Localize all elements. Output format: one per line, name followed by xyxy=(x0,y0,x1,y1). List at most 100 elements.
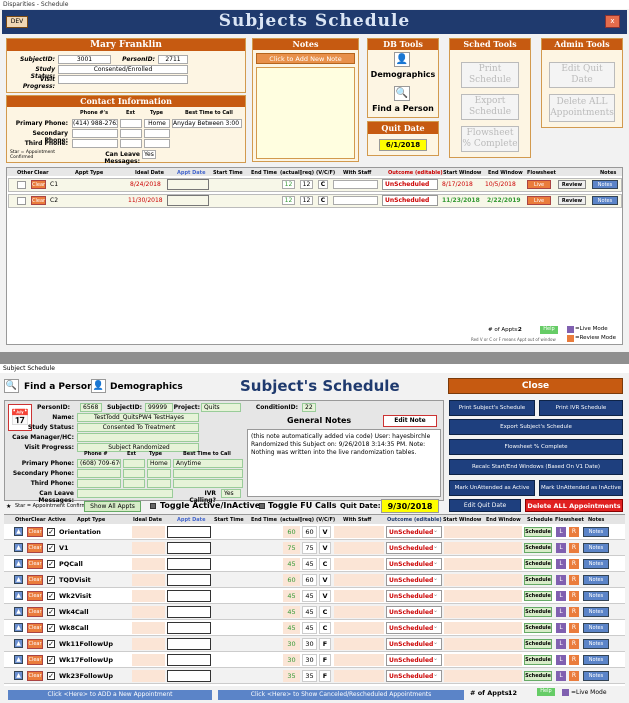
chevron-down-icon[interactable]: ⌄ xyxy=(433,591,438,598)
active-checkbox[interactable]: ✓ xyxy=(47,560,55,568)
live-mode-button[interactable]: L xyxy=(556,543,566,553)
chevron-down-icon[interactable]: ⌄ xyxy=(433,655,438,662)
export-schedule-button[interactable]: Export Schedule xyxy=(461,94,519,120)
notes-button[interactable]: Notes xyxy=(592,196,618,205)
show-cancelled-button[interactable]: Click <Here> to Show Canceled/Reschedule… xyxy=(218,690,464,700)
live-mode-button[interactable]: L xyxy=(556,623,566,633)
clear-button[interactable]: Clear xyxy=(31,180,46,189)
edit-quit-date-button[interactable]: Edit Quit Date xyxy=(449,499,521,512)
close-button[interactable]: Close xyxy=(448,378,623,394)
schedule-button[interactable]: Schedule xyxy=(524,607,552,617)
other-icon[interactable]: ▲ xyxy=(14,543,23,552)
delete-all-button[interactable]: Delete ALL Appointments xyxy=(525,499,623,512)
chevron-down-icon[interactable]: ⌄ xyxy=(433,559,438,566)
review-button[interactable]: Review xyxy=(558,196,586,205)
add-appointment-button[interactable]: Click <Here> to ADD a New Appointment xyxy=(8,690,212,700)
chevron-down-icon[interactable]: ⌄ xyxy=(433,639,438,646)
outcome-select[interactable]: UnScheduled xyxy=(382,195,438,206)
schedule-button[interactable]: Schedule xyxy=(524,655,552,665)
print-subject-schedule-button[interactable]: Print Subject's Schedule xyxy=(449,400,535,416)
review-mode-button[interactable]: R xyxy=(569,639,579,649)
demographics-button[interactable]: Demographics xyxy=(367,70,439,79)
schedule-button[interactable]: Schedule xyxy=(524,543,552,553)
clear-button[interactable]: Clear xyxy=(31,196,46,205)
other-icon[interactable]: ▲ xyxy=(14,559,23,568)
schedule-button[interactable]: Schedule xyxy=(524,639,552,649)
clear-button[interactable]: Clear xyxy=(27,527,43,537)
live-mode-button[interactable]: L xyxy=(556,607,566,617)
review-mode-button[interactable]: R xyxy=(569,607,579,617)
other-checkbox[interactable] xyxy=(17,197,26,205)
notes-button[interactable]: Notes xyxy=(592,180,618,189)
chevron-down-icon[interactable]: ⌄ xyxy=(433,527,438,534)
edit-quit-date-button[interactable]: Edit Quit Date xyxy=(549,62,615,88)
chevron-down-icon[interactable]: ⌄ xyxy=(433,607,438,614)
help-button[interactable]: Help xyxy=(540,326,558,334)
schedule-button[interactable]: Schedule xyxy=(524,575,552,585)
schedule-button[interactable]: Schedule xyxy=(524,527,552,537)
review-mode-button[interactable]: R xyxy=(569,543,579,553)
active-checkbox[interactable]: ✓ xyxy=(47,592,55,600)
review-mode-button[interactable]: R xyxy=(569,527,579,537)
help-button[interactable]: Help xyxy=(537,688,555,696)
live-button[interactable]: Live xyxy=(527,196,551,205)
review-mode-button[interactable]: R xyxy=(569,591,579,601)
schedule-button[interactable]: Schedule xyxy=(524,623,552,633)
notes-button[interactable]: Notes xyxy=(583,559,609,569)
active-checkbox[interactable]: ✓ xyxy=(47,640,55,648)
appt-date-input[interactable] xyxy=(167,638,211,650)
clear-button[interactable]: Clear xyxy=(27,591,43,601)
add-note-button[interactable]: Click to Add New Note xyxy=(256,53,355,64)
active-checkbox[interactable]: ✓ xyxy=(47,544,55,552)
appt-date-input[interactable] xyxy=(167,590,211,602)
toggle-active-label[interactable]: Toggle Active/InActive xyxy=(160,501,260,510)
live-mode-button[interactable]: L xyxy=(556,639,566,649)
active-checkbox[interactable]: ✓ xyxy=(47,576,55,584)
review-button[interactable]: Review xyxy=(558,180,586,189)
active-checkbox[interactable]: ✓ xyxy=(47,528,55,536)
other-icon[interactable]: ▲ xyxy=(14,671,23,680)
live-mode-button[interactable]: L xyxy=(556,591,566,601)
notes-button[interactable]: Notes xyxy=(583,591,609,601)
other-icon[interactable]: ▲ xyxy=(14,607,23,616)
clear-button[interactable]: Clear xyxy=(27,655,43,665)
review-mode-button[interactable]: R xyxy=(569,623,579,633)
notes-button[interactable]: Notes xyxy=(583,639,609,649)
notes-area[interactable] xyxy=(256,67,355,159)
notes-button[interactable]: Notes xyxy=(583,671,609,681)
outcome-select[interactable]: UnScheduled xyxy=(382,179,438,190)
notes-button[interactable]: Notes xyxy=(583,575,609,585)
find-person-button[interactable]: Find a Person xyxy=(24,382,94,392)
export-schedule-button[interactable]: Export Subject's Schedule xyxy=(449,419,623,435)
notes-button[interactable]: Notes xyxy=(583,655,609,665)
toggle-active-checkbox[interactable] xyxy=(150,503,156,509)
close-button[interactable]: x xyxy=(605,15,620,28)
find-person-button[interactable]: Find a Person xyxy=(367,104,439,113)
appt-date-input[interactable] xyxy=(167,654,211,666)
find-icon[interactable]: 🔍 xyxy=(4,379,19,393)
active-checkbox[interactable]: ✓ xyxy=(47,656,55,664)
notes-button[interactable]: Notes xyxy=(583,623,609,633)
other-icon[interactable]: ▲ xyxy=(14,623,23,632)
chevron-down-icon[interactable]: ⌄ xyxy=(433,543,438,550)
schedule-button[interactable]: Schedule xyxy=(524,559,552,569)
active-checkbox[interactable]: ✓ xyxy=(47,608,55,616)
review-mode-button[interactable]: R xyxy=(569,575,579,585)
appt-date-input[interactable] xyxy=(167,622,211,634)
live-mode-button[interactable]: L xyxy=(556,655,566,665)
appt-date-input[interactable] xyxy=(167,670,211,682)
appt-date-input[interactable] xyxy=(167,195,209,206)
chevron-down-icon[interactable]: ⌄ xyxy=(433,575,438,582)
notes-button[interactable]: Notes xyxy=(583,607,609,617)
print-schedule-button[interactable]: Print Schedule xyxy=(461,62,519,88)
mark-inactive-button[interactable]: Mark UnAttended as InActive xyxy=(539,480,623,496)
live-button[interactable]: Live xyxy=(527,180,551,189)
review-mode-button[interactable]: R xyxy=(569,559,579,569)
appt-date-input[interactable] xyxy=(167,558,211,570)
person-icon[interactable]: 👤 xyxy=(394,52,410,67)
flowsheet-button[interactable]: Flowsheet % Complete xyxy=(449,439,623,455)
mark-active-button[interactable]: Mark UnAttended as Active xyxy=(449,480,535,496)
chevron-down-icon[interactable]: ⌄ xyxy=(433,623,438,630)
clear-button[interactable]: Clear xyxy=(27,559,43,569)
toggle-fu-label[interactable]: Toggle FU Calls xyxy=(268,501,337,510)
